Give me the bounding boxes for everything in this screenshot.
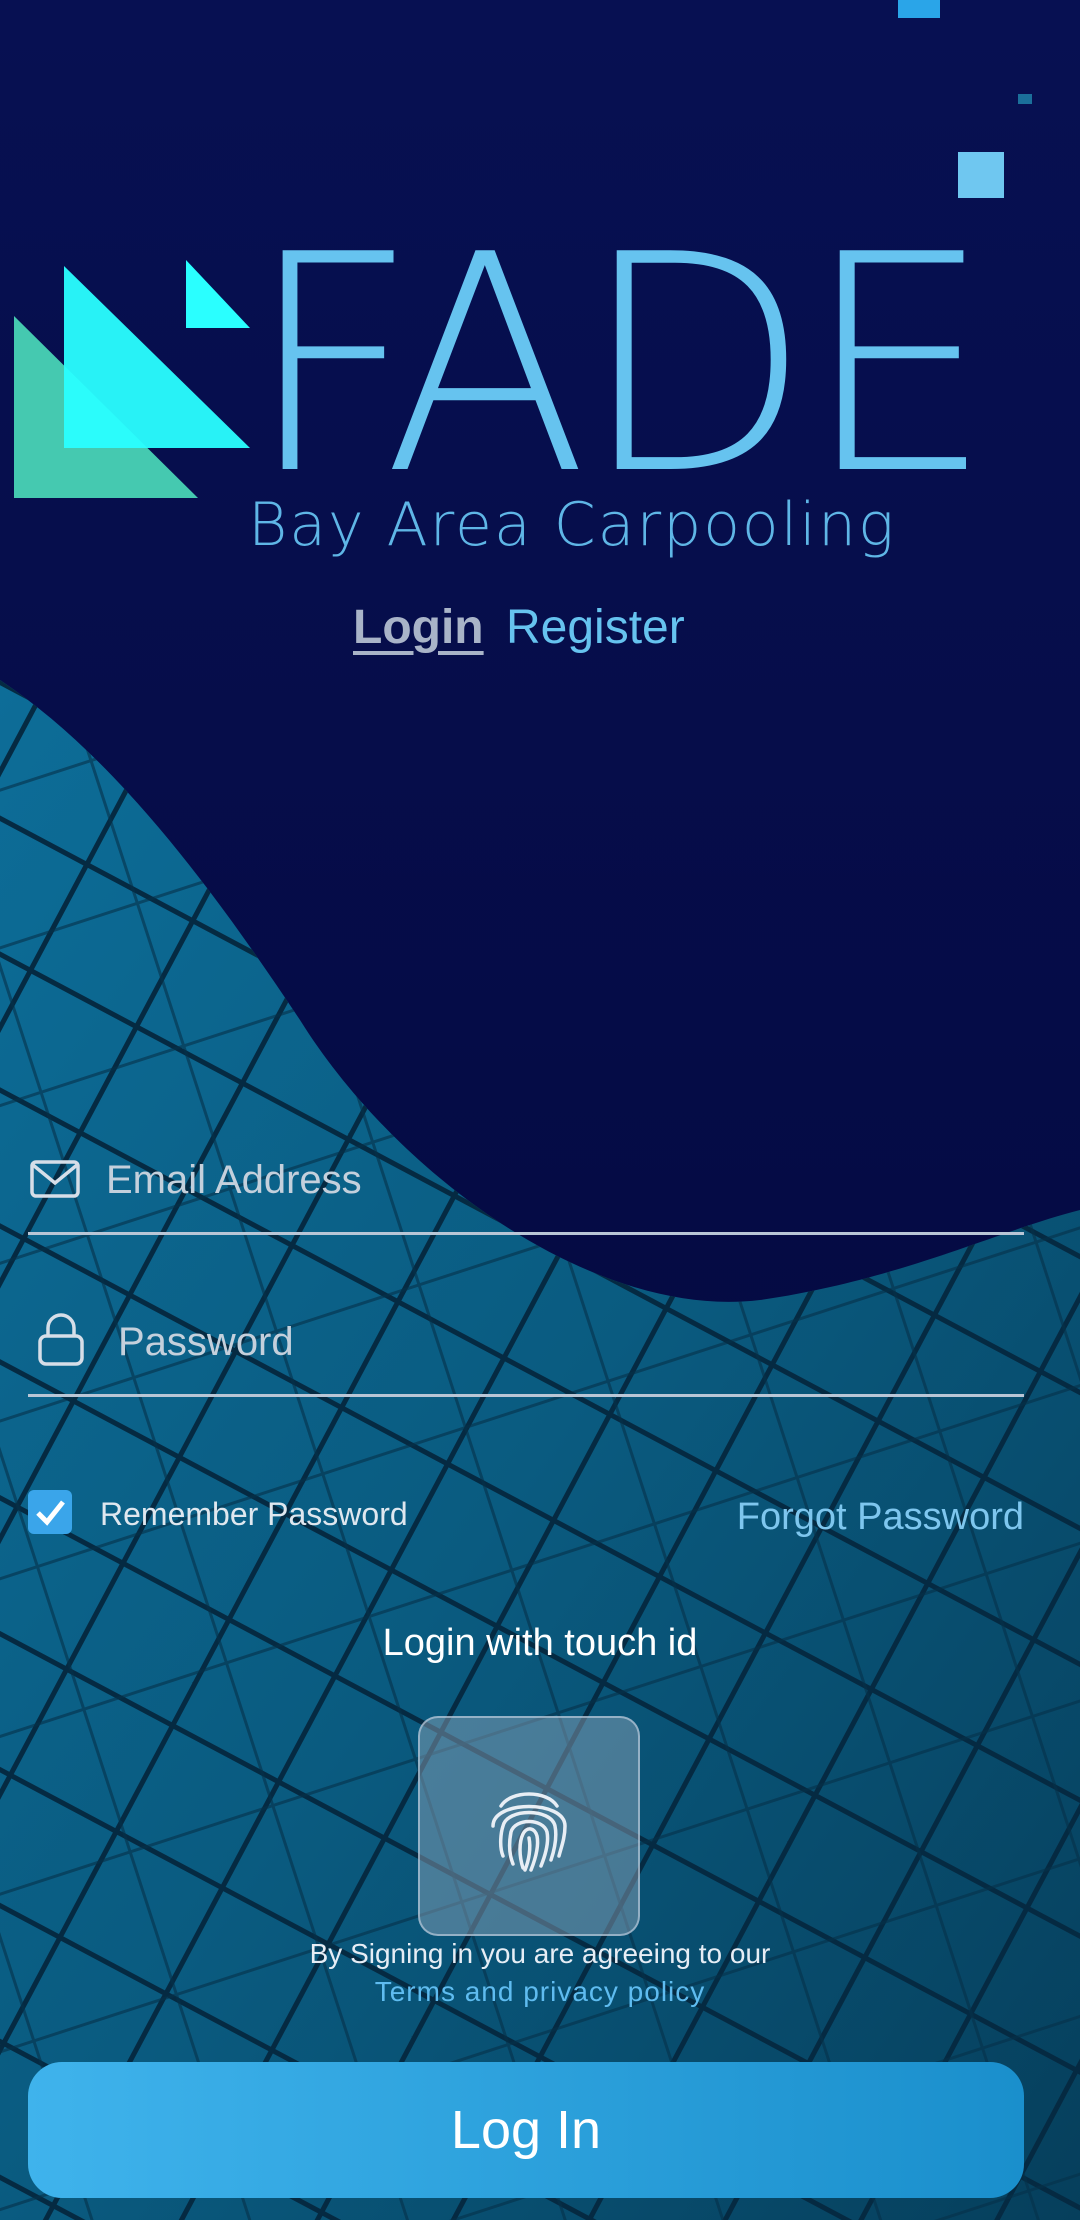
tab-login[interactable]: Login <box>353 600 484 655</box>
mail-icon <box>30 1160 80 1198</box>
login-button[interactable]: Log In <box>28 2062 1024 2198</box>
password-input[interactable] <box>116 1308 1020 1376</box>
email-input[interactable] <box>104 1146 1008 1214</box>
checkmark-icon <box>36 1500 65 1526</box>
lock-icon <box>38 1313 84 1366</box>
tab-register[interactable]: Register <box>506 600 685 655</box>
forgot-password-link[interactable]: Forgot Password <box>737 1496 1024 1539</box>
fingerprint-icon <box>491 1792 567 1872</box>
touch-id-button[interactable] <box>418 1716 640 1936</box>
terms-link[interactable]: Terms and privacy policy <box>0 1976 1080 2008</box>
email-field <box>28 1140 1024 1235</box>
logo-triangles <box>14 260 250 498</box>
remember-checkbox[interactable] <box>28 1490 72 1534</box>
touch-id-title: Login with touch id <box>382 1622 698 1664</box>
logo-wordmark: FADE <box>246 191 993 540</box>
remember-password-label: Remember Password <box>100 1496 408 1532</box>
agreement-text: By Signing in you are agreeing to our <box>309 1938 771 1969</box>
password-field <box>28 1302 1024 1397</box>
logo-tagline: Bay Area Carpooling <box>248 490 896 560</box>
